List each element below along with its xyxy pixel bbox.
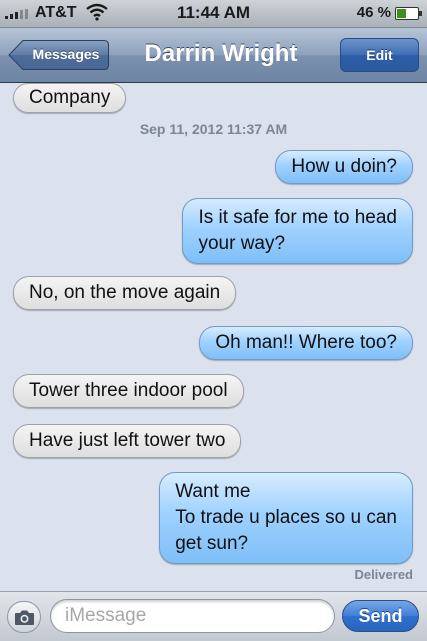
message-bubble-incoming[interactable]: Tower three indoor pool xyxy=(13,374,244,408)
nav-bar: Messages Darrin Wright Edit xyxy=(0,28,427,83)
status-bar: AT&T 11:44 AM 46 % xyxy=(0,0,427,28)
send-button[interactable]: Send xyxy=(342,600,419,632)
message-line: Want me xyxy=(175,481,251,502)
message-bubble-outgoing[interactable]: Is it safe for me to head your way? xyxy=(182,198,413,264)
battery-icon xyxy=(395,7,422,20)
message-bubble-outgoing[interactable]: How u doin? xyxy=(275,150,413,184)
message-line: get sun? xyxy=(175,533,249,554)
imessage-input[interactable]: iMessage xyxy=(50,599,335,633)
message-bubble-outgoing[interactable]: Want me To trade u places so u can get s… xyxy=(159,472,413,564)
message-timestamp: Sep 11, 2012 11:37 AM xyxy=(139,121,288,137)
message-bubble-incoming[interactable]: No, on the move again xyxy=(13,276,237,310)
message-line: Is it safe for me to head xyxy=(198,207,397,228)
conversation-thread[interactable]: Company Sep 11, 2012 11:37 AM How u doin… xyxy=(0,83,427,591)
delivered-status: Delivered xyxy=(354,567,413,582)
edit-button[interactable]: Edit xyxy=(340,38,419,72)
message-bubble-outgoing[interactable]: Oh man!! Where too? xyxy=(199,326,413,360)
message-bubble-incoming[interactable]: Have just left tower two xyxy=(13,424,242,458)
camera-button[interactable] xyxy=(7,601,41,633)
message-line: your way? xyxy=(198,233,286,254)
camera-icon xyxy=(15,610,34,625)
messages-back-button[interactable]: Messages xyxy=(8,39,110,71)
message-line: To trade u places so u can xyxy=(175,507,397,528)
message-bubble-incoming[interactable]: Company xyxy=(13,83,127,113)
battery-percentage: 46 % xyxy=(356,4,391,21)
back-button-label: Messages xyxy=(32,46,100,62)
message-input-bar: iMessage Send xyxy=(0,591,427,641)
contact-name-title: Darrin Wright xyxy=(144,40,298,67)
